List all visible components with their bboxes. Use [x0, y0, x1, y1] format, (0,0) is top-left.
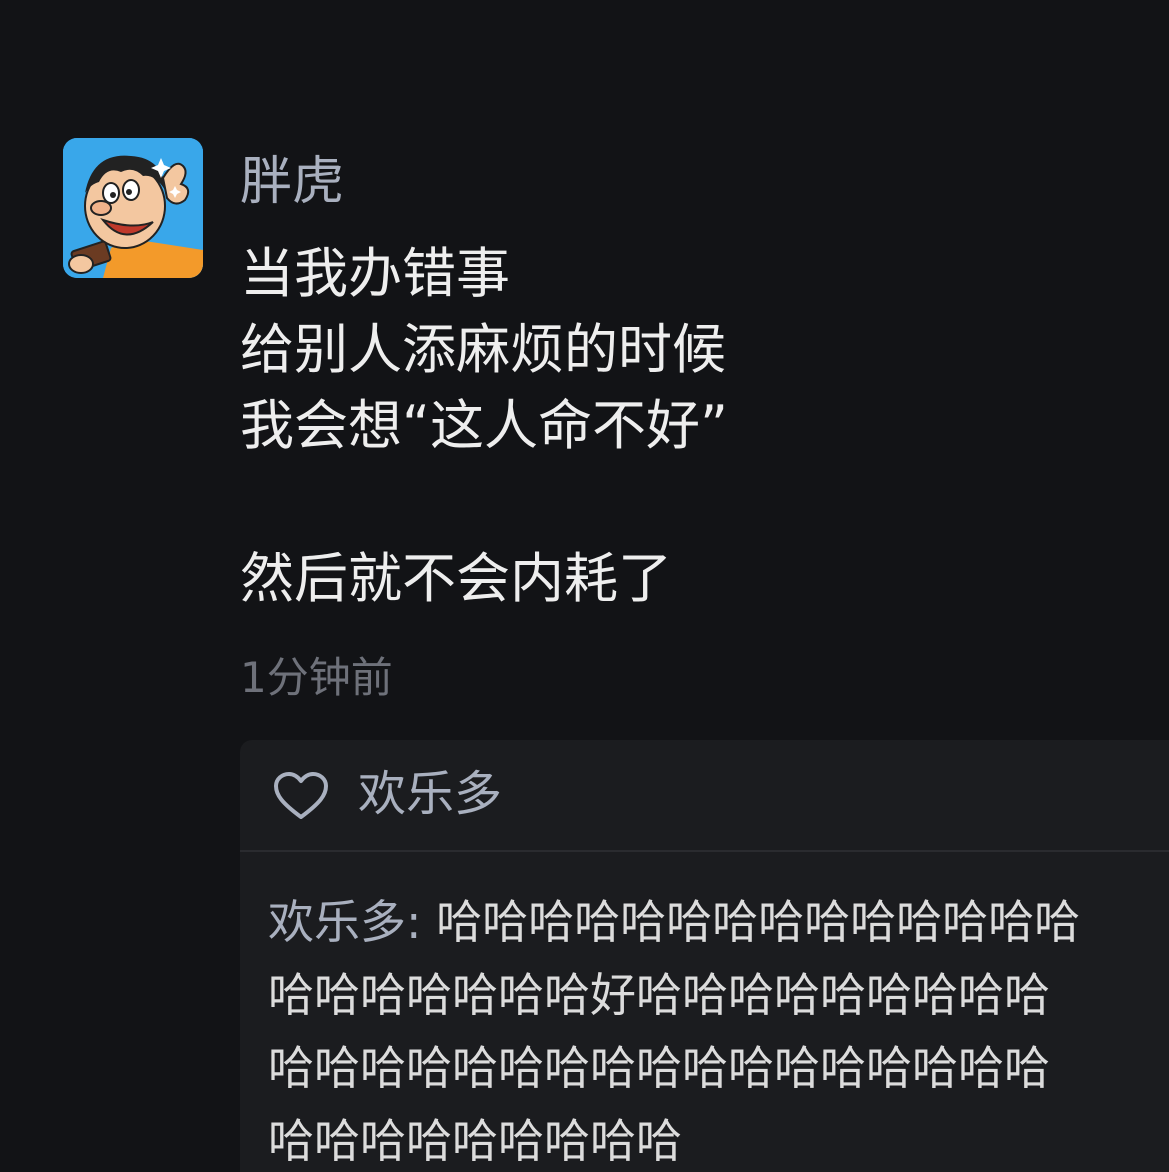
- post-text-line: 当我办错事: [240, 242, 510, 305]
- comment[interactable]: 欢乐多: 哈哈哈哈哈哈哈哈哈哈哈哈哈哈 哈哈哈哈哈哈哈好哈哈哈哈哈哈哈哈哈 哈哈…: [268, 886, 1169, 1172]
- comment-text: 哈哈哈哈哈哈哈好哈哈哈哈哈哈哈哈哈: [268, 968, 1050, 1022]
- comment-line: 欢乐多: 哈哈哈哈哈哈哈哈哈哈哈哈哈哈: [268, 886, 1169, 959]
- interactions-panel: 欢乐多 欢乐多: 哈哈哈哈哈哈哈哈哈哈哈哈哈哈 哈哈哈哈哈哈哈好哈哈哈哈哈哈哈哈…: [240, 740, 1169, 1172]
- post-content: 当我办错事 给别人添麻烦的时候 我会想“这人命不好” 然后就不会内耗了: [240, 236, 1140, 617]
- post-text-line: 给别人添麻烦的时候: [240, 318, 726, 381]
- comment-text: 哈哈哈哈哈哈哈哈哈哈哈哈哈哈哈哈哈: [268, 1041, 1050, 1095]
- moment-post: 胖虎 当我办错事 给别人添麻烦的时候 我会想“这人命不好” 然后就不会内耗了 1…: [0, 0, 1169, 1172]
- avatar[interactable]: [63, 138, 203, 278]
- comment-author[interactable]: 欢乐多:: [268, 895, 422, 949]
- cartoon-character-avatar-icon: [63, 138, 203, 278]
- like-user-name[interactable]: 欢乐多: [358, 762, 502, 826]
- post-text-line: 然后就不会内耗了: [240, 547, 672, 610]
- comment-text: 哈哈哈哈哈哈哈哈哈: [268, 1114, 682, 1168]
- post-timestamp: 1分钟前: [240, 653, 393, 702]
- heart-icon[interactable]: [272, 771, 330, 821]
- username[interactable]: 胖虎: [240, 150, 344, 214]
- likes-row: 欢乐多: [240, 740, 1169, 852]
- comment-text: 哈哈哈哈哈哈哈哈哈哈哈哈哈哈: [421, 895, 1081, 949]
- post-text-line: 我会想“这人命不好”: [240, 394, 728, 457]
